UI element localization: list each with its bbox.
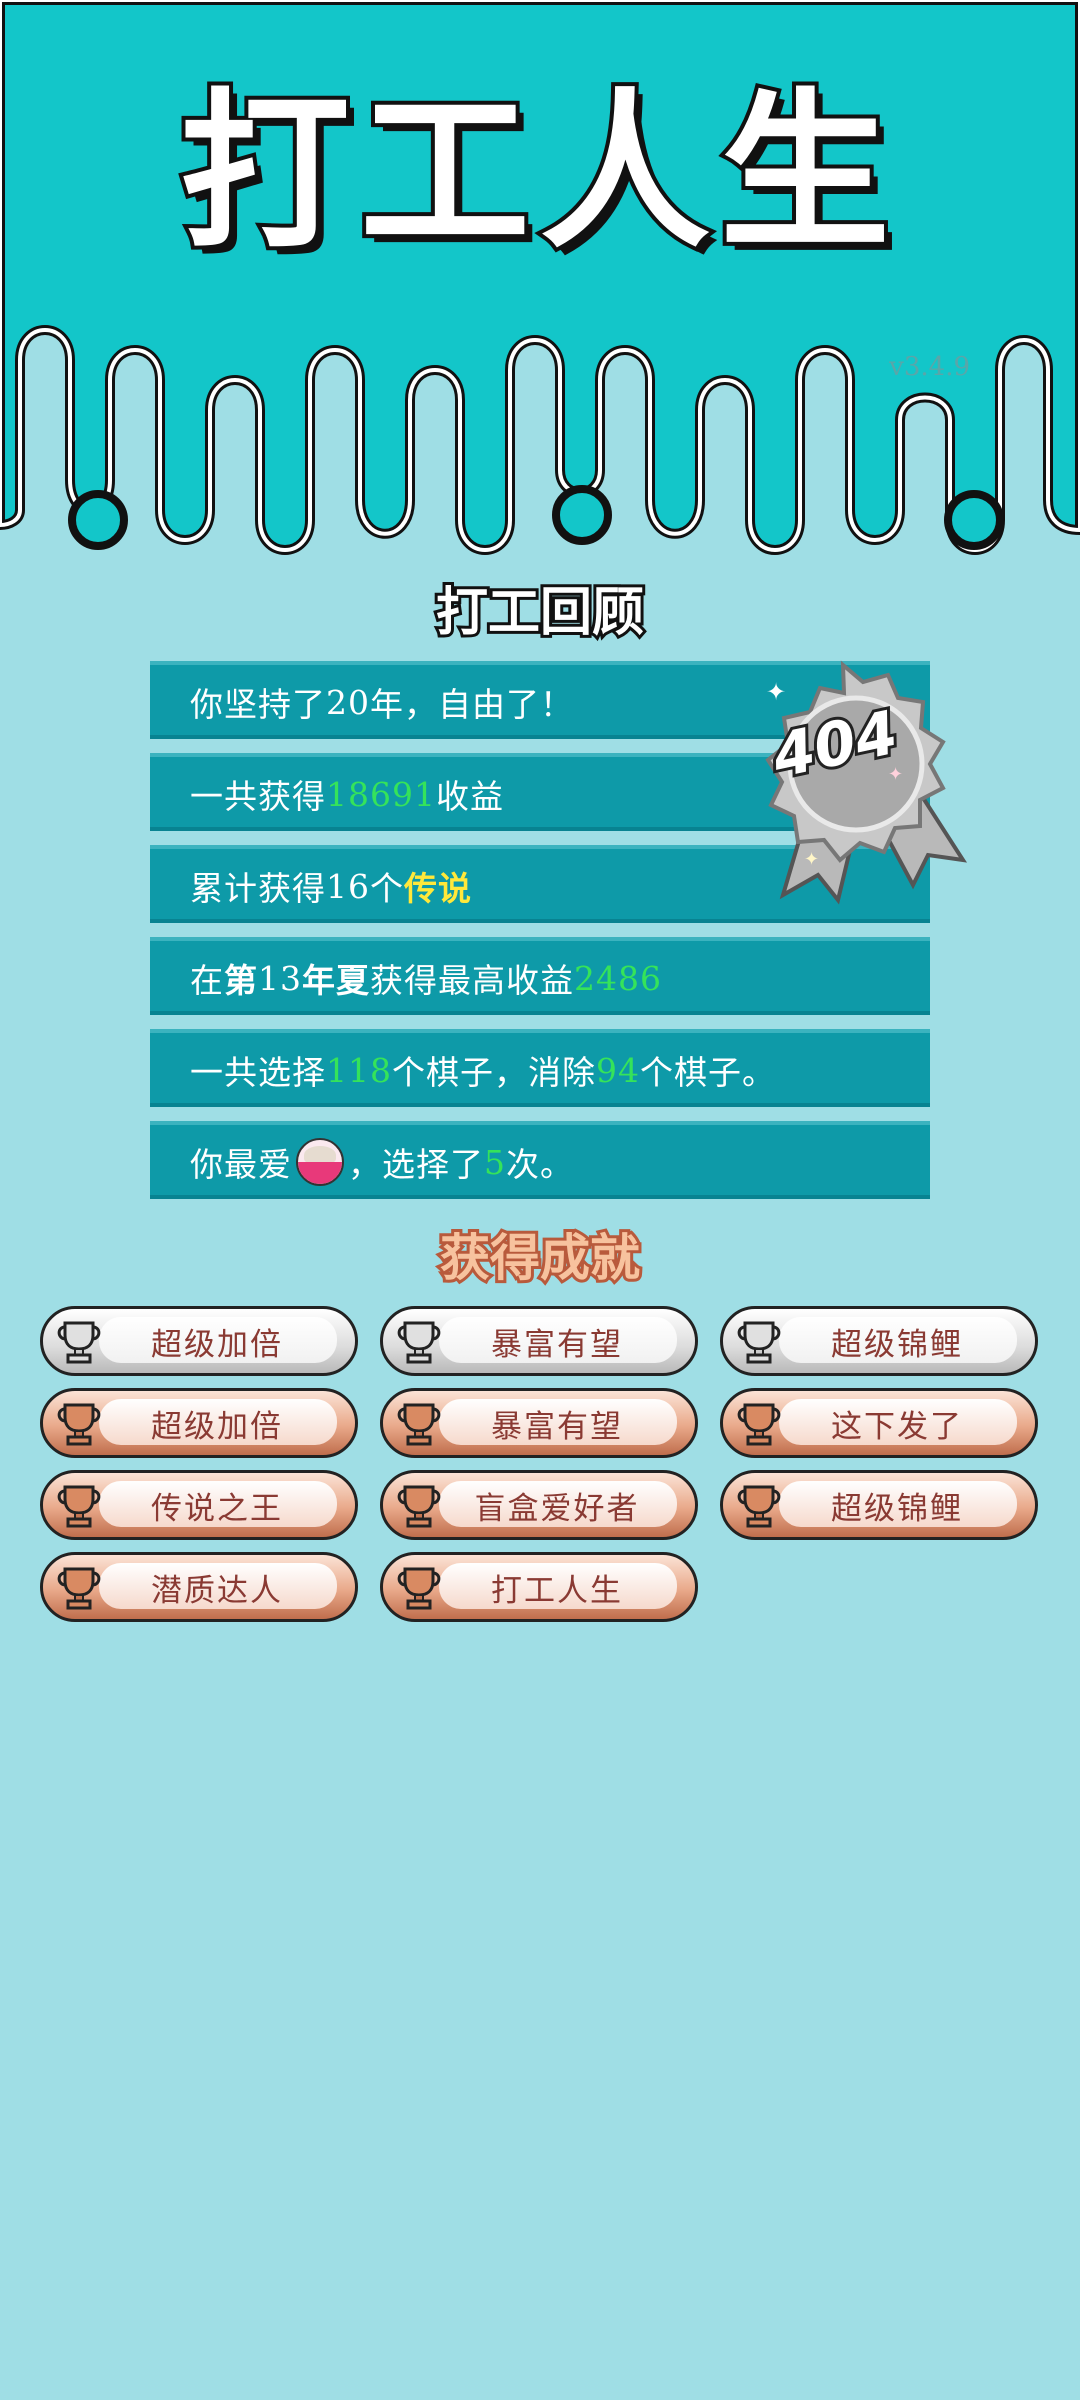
achievement-badge[interactable]: 超级加倍 (40, 1388, 358, 1458)
achievement-badge[interactable]: 暴富有望 (380, 1388, 698, 1458)
stat-row-best-season: 在 第 13 年夏 获得最高收益 2486 (150, 937, 930, 1015)
rice-bowl-icon (296, 1138, 344, 1186)
stat-row-pieces: 一共选择 118 个棋子，消除 94 个棋子。 (150, 1029, 930, 1107)
header: 打工人生 v3.4.9 (0, 0, 1080, 560)
game-title: 打工人生 (176, 74, 900, 272)
achievement-badge[interactable]: 潜质达人 (40, 1552, 358, 1622)
achievement-badge[interactable]: 超级加倍 (40, 1306, 358, 1376)
svg-text:✦: ✦ (804, 849, 819, 870)
review-title: 打工回顾 (433, 580, 647, 646)
stat-row-favorite: 你最爱 ，选择了 5 次。 (150, 1121, 930, 1199)
svg-text:✦: ✦ (766, 678, 786, 706)
achievement-badge[interactable]: 暴富有望 (380, 1306, 698, 1376)
rank-badge: ✦ ✦ ✦ 404 (738, 660, 968, 910)
version-label: v3.4.9 (889, 352, 970, 382)
achievement-badge[interactable]: 盲盒爱好者 (380, 1470, 698, 1540)
achievement-badge[interactable]: 超级锦鲤 (720, 1306, 1038, 1376)
achievement-badge[interactable]: 打工人生 (380, 1552, 698, 1622)
achievement-badge[interactable]: 超级锦鲤 (720, 1470, 1038, 1540)
achievement-badge[interactable]: 这下发了 (720, 1388, 1038, 1458)
achievement-badge[interactable]: 传说之王 (40, 1470, 358, 1540)
achievements-title: 获得成就 (437, 1226, 643, 1290)
